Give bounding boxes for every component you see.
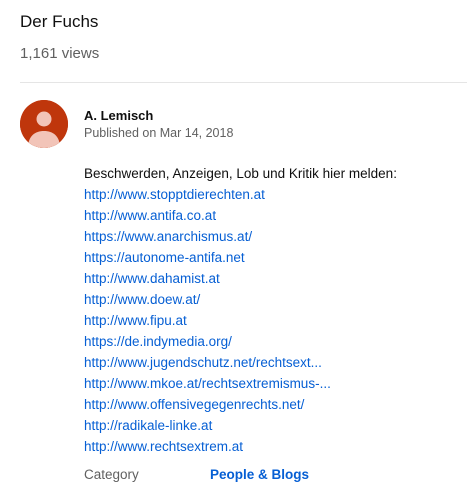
category-link[interactable]: People & Blogs <box>210 466 309 484</box>
description-link[interactable]: http://www.mkoe.at/rechtsextremismus-... <box>84 373 331 394</box>
description-link[interactable]: https://autonome-antifa.net <box>84 247 245 268</box>
description-link[interactable]: http://www.dahamist.at <box>84 268 220 289</box>
description-link[interactable]: http://www.antifa.co.at <box>84 205 216 226</box>
view-count: 1,161 views <box>20 45 100 62</box>
video-title: Der Fuchs <box>20 12 99 31</box>
publish-date: Published on Mar 14, 2018 <box>84 126 234 140</box>
description-link[interactable]: http://radikale-linke.at <box>84 415 212 436</box>
description-link[interactable]: http://www.rechtsextrem.at <box>84 436 243 457</box>
description-link[interactable]: https://de.indymedia.org/ <box>84 331 232 352</box>
description-link[interactable]: http://www.stopptdierechten.at <box>84 184 265 205</box>
category-label: Category <box>84 467 139 482</box>
description-link[interactable]: http://www.fipu.at <box>84 310 187 331</box>
description-intro: Beschwerden, Anzeigen, Lob und Kritik hi… <box>84 166 397 181</box>
channel-avatar[interactable] <box>20 100 68 148</box>
default-avatar-icon <box>20 100 68 148</box>
description-link[interactable]: http://www.jugendschutz.net/rechtsext... <box>84 352 322 373</box>
description-link[interactable]: http://www.offensivegegenrechts.net/ <box>84 394 304 415</box>
description-link[interactable]: https://www.anarchismus.at/ <box>84 226 252 247</box>
description: Beschwerden, Anzeigen, Lob und Kritik hi… <box>84 163 464 457</box>
channel-name[interactable]: A. Lemisch <box>84 107 153 125</box>
description-link[interactable]: http://www.doew.at/ <box>84 289 200 310</box>
divider <box>20 82 467 83</box>
